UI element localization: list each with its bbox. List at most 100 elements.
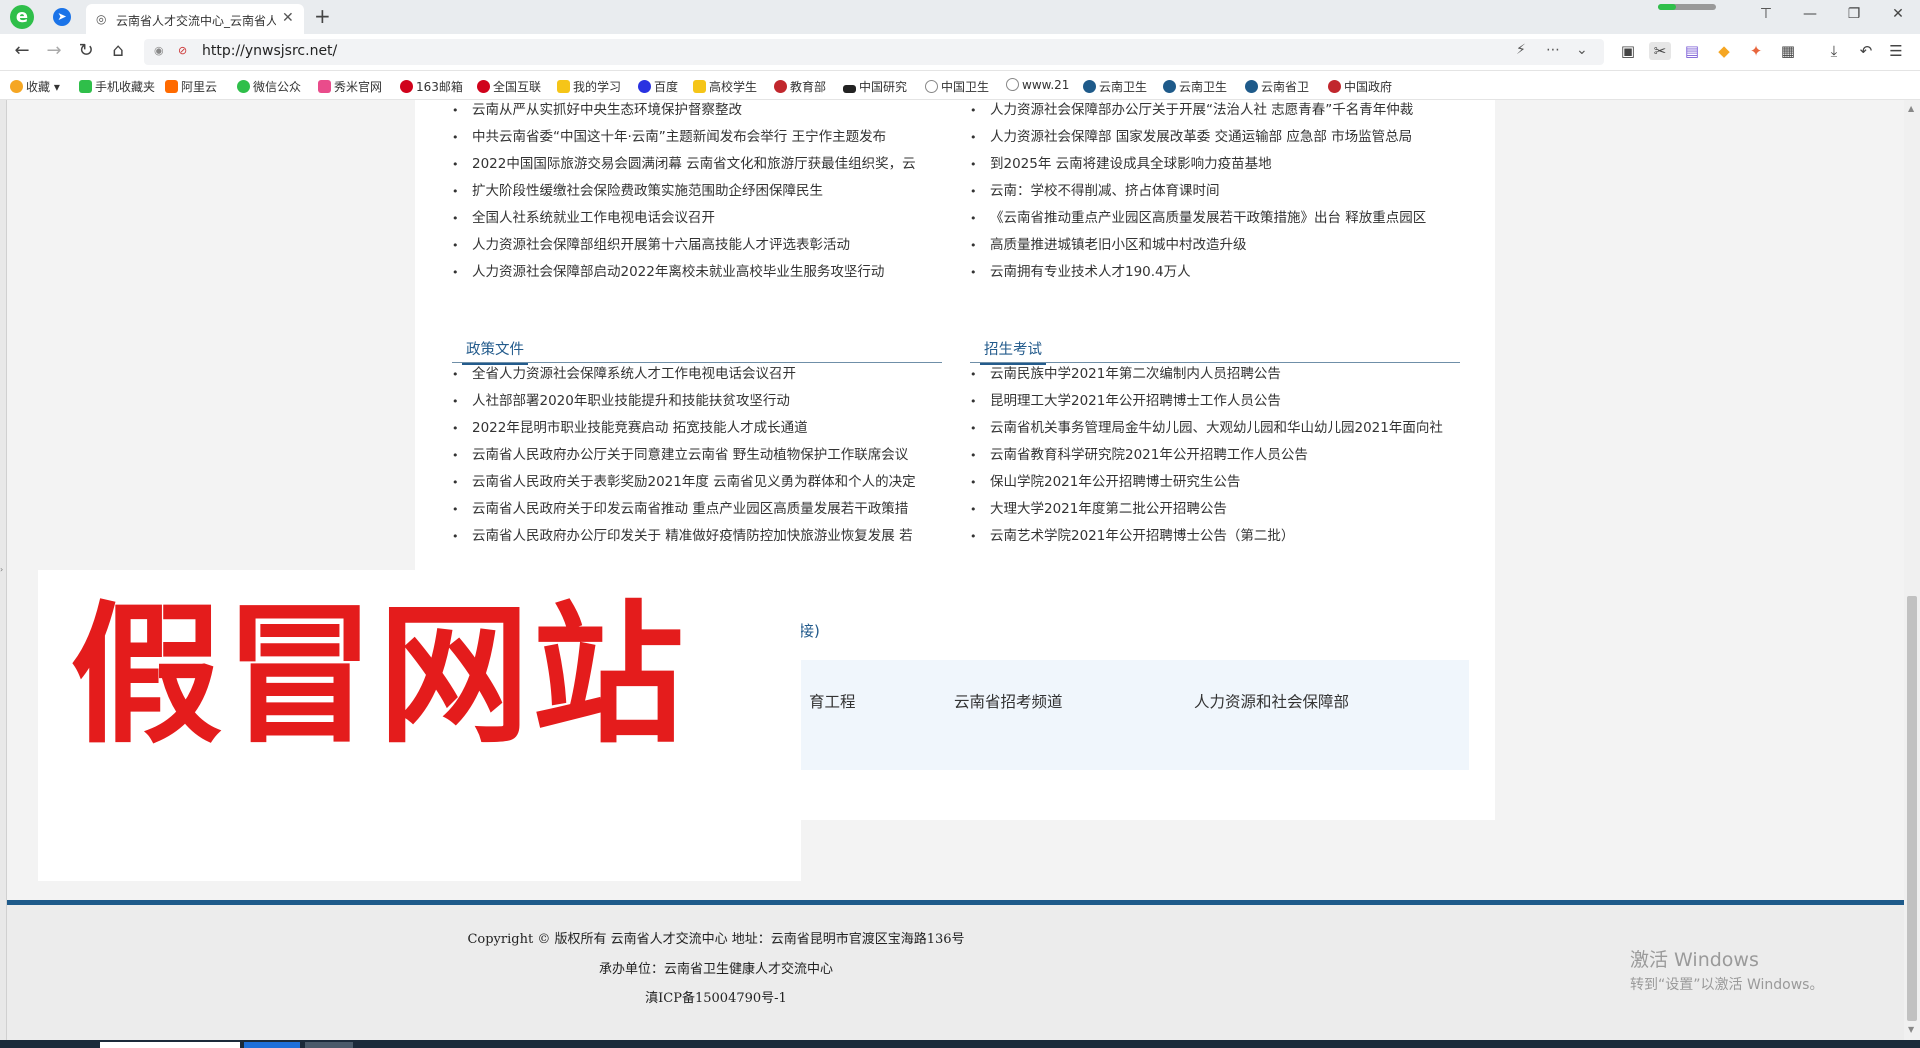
star-icon	[10, 80, 23, 93]
back-button[interactable]: ←	[10, 40, 34, 61]
footer-icp[interactable]: 滇ICP备15004790号-1	[6, 987, 1426, 1006]
chevron-right-icon[interactable]: ›	[0, 565, 3, 574]
policy-item[interactable]: 人社部部署2020年职业技能提升和技能扶贫攻坚行动	[452, 388, 937, 415]
exam-item[interactable]: 云南省机关事务管理局金牛幼儿园、大观幼儿园和华山幼儿园2021年面向社	[970, 415, 1455, 442]
news-item[interactable]: 云南从严从实抓好中央生态环境保护督察整改	[452, 100, 937, 124]
news-item[interactable]: 人力资源社会保障部组织开展第十六届高技能人才评选表彰活动	[452, 232, 937, 259]
news-item[interactable]: 2022中国国际旅游交易会圆满闭幕 云南省文化和旅游厅获最佳组织奖，云	[452, 151, 937, 178]
link-item[interactable]: 育工程	[809, 690, 856, 712]
policy-item[interactable]: 2022年昆明市职业技能竞赛启动 拓宽技能人才成长通道	[452, 415, 937, 442]
taskbar-item[interactable]	[100, 1042, 240, 1048]
scroll-down-icon[interactable]: ▼	[1908, 1025, 1914, 1034]
url-input[interactable]: ◉ ⊘ http://ynwsjsrc.net/ ⚡ ⋯ ⌄	[144, 39, 1604, 65]
scroll-up-icon[interactable]: ▲	[1908, 104, 1914, 113]
close-window-button[interactable]: ✕	[1876, 0, 1920, 30]
progress-pill	[1658, 4, 1716, 10]
undo-icon[interactable]: ↶	[1855, 42, 1877, 60]
translate-icon[interactable]: ▤	[1681, 42, 1703, 60]
shirt-icon[interactable]: ⊤	[1744, 0, 1788, 30]
policy-item[interactable]: 云南省人民政府办公厅关于同意建立云南省 野生动植物保护工作联席会议	[452, 442, 937, 469]
page-viewport: 云南从严从实抓好中央生态环境保护督察整改 中共云南省委“中国这十年·云南”主题新…	[0, 100, 1904, 1040]
apps-grid-icon[interactable]: ▦	[1777, 42, 1799, 60]
exam-item[interactable]: 昆明理工大学2021年公开招聘博士工作人员公告	[970, 388, 1455, 415]
insecure-icon[interactable]: ⊘	[178, 44, 187, 57]
download-icon[interactable]: ⤓	[1823, 42, 1845, 60]
phone-icon	[79, 80, 92, 93]
emblem-icon	[1328, 80, 1341, 93]
tab-close-icon[interactable]: ✕	[282, 10, 294, 26]
bookmark-item[interactable]: 百度	[638, 78, 678, 95]
telegram-icon[interactable]: ➤	[53, 8, 71, 26]
bookmark-item[interactable]: 全国互联	[477, 78, 541, 95]
bookmark-item[interactable]: 收藏 ▾	[10, 78, 60, 95]
extension-icon[interactable]: ◆	[1713, 42, 1735, 60]
exam-item[interactable]: 云南艺术学院2021年公开招聘博士公告（第二批）	[970, 523, 1455, 550]
policy-item[interactable]: 云南省人民政府办公厅印发关于 精准做好疫情防控加快旅游业恢复发展 若	[452, 523, 937, 550]
globe-icon: ◎	[96, 12, 107, 26]
globe-icon	[1006, 78, 1019, 91]
menu-icon[interactable]: ☰	[1885, 42, 1907, 60]
minimize-button[interactable]: —	[1788, 0, 1832, 30]
news-item[interactable]: 云南拥有专业技术人才190.4万人	[970, 259, 1455, 286]
link-item[interactable]: 云南省招考频道	[954, 690, 1063, 712]
reader-icon[interactable]: ▣	[1617, 42, 1639, 60]
bookmark-item[interactable]: 秀米官网	[318, 78, 382, 95]
news-item[interactable]: 人力资源社会保障部 国家发展改革委 交通运输部 应急部 市场监管总局	[970, 124, 1455, 151]
bookmark-item[interactable]: 中国卫生	[925, 78, 989, 95]
news-item[interactable]: 人力资源社会保障部启动2022年离校未就业高校毕业生服务攻坚行动	[452, 259, 937, 286]
news-item[interactable]: 到2025年 云南将建设成具全球影响力疫苗基地	[970, 151, 1455, 178]
scissors-icon[interactable]: ✂	[1649, 42, 1671, 60]
bookmark-item[interactable]: 阿里云	[165, 78, 217, 95]
taskbar-item[interactable]	[244, 1042, 300, 1048]
bookmark-item[interactable]: www.21	[1006, 78, 1069, 92]
news-item[interactable]: 人力资源社会保障部办公厅关于开展“法治人社 志愿青春”千名青年仲裁	[970, 100, 1455, 124]
vertical-scrollbar[interactable]: ▲ ▼	[1904, 100, 1920, 1040]
forward-button[interactable]: →	[42, 40, 66, 61]
side-panel-edge[interactable]: ›	[0, 100, 7, 1040]
news-item[interactable]: 高质量推进城镇老旧小区和城中村改造升级	[970, 232, 1455, 259]
policy-item[interactable]: 云南省人民政府关于印发云南省推动 重点产业园区高质量发展若干政策措	[452, 496, 937, 523]
reload-button[interactable]: ↻	[74, 40, 98, 61]
bookmark-item[interactable]: 163邮箱	[400, 78, 463, 95]
exam-item[interactable]: 大理大学2021年度第二批公开招聘公告	[970, 496, 1455, 523]
policy-item[interactable]: 云南省人民政府关于表彰奖励2021年度 云南省见义勇为群体和个人的决定	[452, 469, 937, 496]
browser-logo-icon[interactable]: e	[10, 5, 34, 29]
bookmark-item[interactable]: 手机收藏夹	[79, 78, 155, 95]
policy-section-header: 政策文件	[452, 332, 942, 365]
new-tab-button[interactable]: +	[314, 4, 331, 28]
more-dots-icon[interactable]: ⋯	[1546, 42, 1560, 58]
taskbar-item[interactable]	[305, 1042, 353, 1048]
news-item[interactable]: 扩大阶段性缓缴社会保险费政策实施范围助企纾困保障民生	[452, 178, 937, 205]
news-item[interactable]: 中共云南省委“中国这十年·云南”主题新闻发布会举行 王宁作主题发布	[452, 124, 937, 151]
game-icon[interactable]: ✦	[1745, 42, 1767, 60]
mail-icon	[400, 80, 413, 93]
site-info-icon[interactable]: ◉	[154, 44, 164, 57]
home-button[interactable]: ⌂	[106, 40, 130, 61]
exam-item[interactable]: 保山学院2021年公开招聘博士研究生公告	[970, 469, 1455, 496]
news-item[interactable]: 《云南省推动重点产业园区高质量发展若干政策措施》出台 释放重点园区	[970, 205, 1455, 232]
exam-item[interactable]: 云南省教育科学研究院2021年公开招聘工作人员公告	[970, 442, 1455, 469]
restore-button[interactable]: ❐	[1832, 0, 1876, 30]
exam-item[interactable]: 云南民族中学2021年第二次编制内人员招聘公告	[970, 361, 1455, 388]
bookmark-item[interactable]: 云南卫生	[1163, 78, 1227, 95]
news-item[interactable]: 全国人社系统就业工作电视电话会议召开	[452, 205, 937, 232]
news-item[interactable]: 云南：学校不得削减、挤占体育课时间	[970, 178, 1455, 205]
bookmark-item[interactable]: 云南省卫	[1245, 78, 1309, 95]
bookmark-item[interactable]: 高校学生	[693, 78, 757, 95]
lightning-icon[interactable]: ⚡	[1516, 42, 1526, 58]
bookmark-item[interactable]: 云南卫生	[1083, 78, 1147, 95]
bookmark-item[interactable]: 中国研究	[843, 78, 907, 95]
globe-icon	[925, 80, 938, 93]
bookmark-item[interactable]: 我的学习	[557, 78, 621, 95]
windows-activation-watermark: 激活 Windows 转到“设置”以激活 Windows。	[1630, 945, 1823, 994]
bookmark-item[interactable]: 中国政府	[1328, 78, 1392, 95]
tab-bar: e ➤ ◎ 云南省人才交流中心_云南省人 ✕ + ⊤ — ❐ ✕	[0, 0, 1920, 34]
policy-item[interactable]: 全省人力资源社会保障系统人才工作电视电话会议召开	[452, 361, 937, 388]
chevron-down-icon[interactable]: ⌄	[1576, 42, 1588, 58]
url-text[interactable]: http://ynwsjsrc.net/	[202, 43, 337, 59]
bookmark-item[interactable]: 微信公众	[237, 78, 301, 95]
link-item[interactable]: 人力资源和社会保障部	[1194, 690, 1349, 712]
bookmark-item[interactable]: 教育部	[774, 78, 826, 95]
tab-active[interactable]: ◎ 云南省人才交流中心_云南省人 ✕	[86, 4, 304, 34]
scrollbar-thumb[interactable]	[1907, 596, 1917, 1021]
